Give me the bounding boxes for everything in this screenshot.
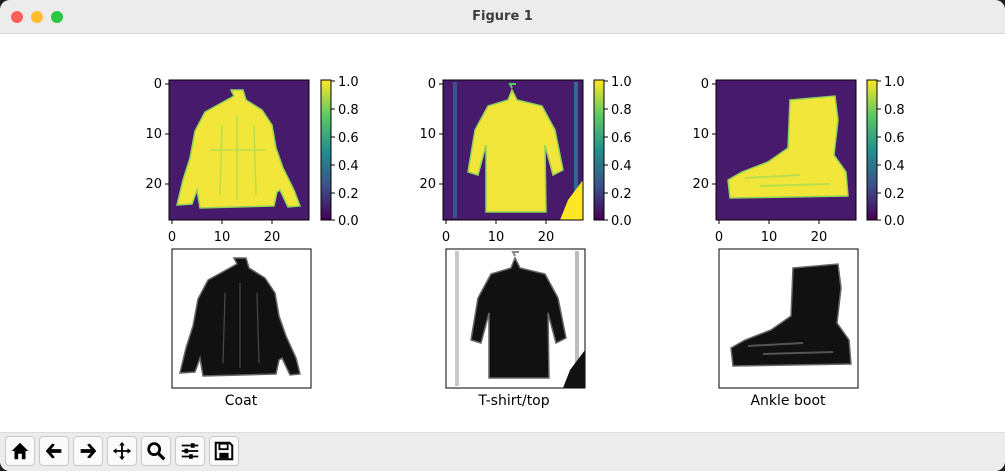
navigation-toolbar — [0, 432, 1005, 471]
colorbar-tick-label: 0.2 — [338, 187, 359, 202]
pan-icon — [112, 441, 132, 461]
y-tick-label: 0 — [701, 77, 709, 92]
colorbar-coat: 1.0 0.8 0.6 0.4 0.2 0.0 — [320, 75, 359, 229]
colorbar-ticks — [604, 80, 608, 221]
heatmap-boot: 0 10 20 0 10 20 — [692, 77, 857, 245]
colorbar-tick-label: 0.6 — [611, 131, 632, 146]
figure-canvas[interactable]: 0 10 20 0 10 20 1.0 0.8 0.6 0.4 0.2 0.0 … — [0, 34, 1005, 432]
colorbar-gradient — [593, 79, 605, 221]
colorbar-tick-label: 0.8 — [611, 103, 632, 118]
binary-image-coat: Coat — [171, 248, 312, 409]
zoom-button[interactable] — [141, 436, 171, 466]
colorbar-tick-label: 0.6 — [338, 131, 359, 146]
colorbar-tick-label: 0.4 — [611, 159, 632, 174]
colorbar-tick-label: 0.0 — [338, 214, 359, 229]
figure-window: Figure 1 0 10 20 0 10 20 1.0 0.8 0.6 0.4… — [0, 0, 1005, 471]
forward-button[interactable] — [73, 436, 103, 466]
caption-coat: Coat — [225, 393, 258, 409]
colorbar-tick-label: 0.6 — [884, 131, 905, 146]
x-tick-label: 20 — [811, 230, 828, 245]
x-tick-label: 20 — [538, 230, 555, 245]
colorbar-tick-label: 0.4 — [884, 159, 905, 174]
x-tick-label: 10 — [488, 230, 505, 245]
y-tick-label: 10 — [692, 127, 709, 142]
heatmap-tshirt-stripe — [574, 82, 578, 202]
colorbar-tick-label: 1.0 — [884, 75, 905, 90]
tshirt-stripe — [455, 251, 459, 386]
forward-arrow-icon — [80, 443, 97, 459]
home-icon — [11, 442, 29, 460]
y-tick-label: 20 — [419, 177, 436, 192]
x-tick-label: 0 — [715, 230, 723, 245]
colorbar-gradient — [320, 79, 332, 221]
tshirt-stripe — [575, 251, 579, 366]
heatmap-coat: 0 10 20 0 10 20 — [145, 77, 310, 245]
y-tick-label: 10 — [419, 127, 436, 142]
x-tick-label: 0 — [442, 230, 450, 245]
x-tick-label: 10 — [214, 230, 231, 245]
colorbar-tshirt: 1.0 0.8 0.6 0.4 0.2 0.0 — [593, 75, 632, 229]
back-button[interactable] — [39, 436, 69, 466]
heatmap-tshirt-stripe — [453, 82, 457, 218]
heatmap-tshirt: 0 10 20 0 10 20 — [419, 77, 584, 245]
window-title: Figure 1 — [472, 9, 533, 24]
y-tick-label: 10 — [145, 127, 162, 142]
x-tick-label: 10 — [761, 230, 778, 245]
figure-plot: 0 10 20 0 10 20 1.0 0.8 0.6 0.4 0.2 0.0 … — [145, 75, 905, 409]
y-tick-label: 20 — [145, 177, 162, 192]
zoom-icon — [147, 442, 166, 461]
colorbar-ticks — [877, 80, 881, 221]
colorbar-tick-label: 0.8 — [884, 103, 905, 118]
home-button[interactable] — [5, 436, 35, 466]
colorbar-tick-label: 0.0 — [884, 214, 905, 229]
binary-image-boot: Ankle boot — [718, 248, 859, 409]
colorbar-boot: 1.0 0.8 0.6 0.4 0.2 0.0 — [866, 75, 905, 229]
save-button[interactable] — [209, 436, 239, 466]
colorbar-tick-label: 1.0 — [611, 75, 632, 90]
caption-tshirt: T-shirt/top — [477, 393, 549, 409]
colorbar-tick-label: 1.0 — [338, 75, 359, 90]
colorbar-tick-label: 0.2 — [884, 187, 905, 202]
colorbar-tick-label: 0.4 — [338, 159, 359, 174]
colorbar-ticks — [331, 80, 335, 221]
title-bar: Figure 1 — [0, 0, 1005, 34]
caption-boot: Ankle boot — [750, 393, 826, 409]
x-tick-label: 20 — [264, 230, 281, 245]
pan-button[interactable] — [107, 436, 137, 466]
subplots-icon — [181, 443, 199, 459]
colorbar-tick-label: 0.8 — [338, 103, 359, 118]
colorbar-tick-label: 0.2 — [611, 187, 632, 202]
binary-image-tshirt: T-shirt/top — [445, 248, 586, 409]
colorbar-tick-label: 0.0 — [611, 214, 632, 229]
x-tick-label: 0 — [168, 230, 176, 245]
y-tick-label: 0 — [154, 77, 162, 92]
subplots-button[interactable] — [175, 436, 205, 466]
back-arrow-icon — [45, 443, 62, 459]
colorbar-gradient — [866, 79, 878, 221]
save-icon — [214, 441, 234, 461]
y-tick-label: 20 — [692, 177, 709, 192]
y-tick-label: 0 — [428, 77, 436, 92]
